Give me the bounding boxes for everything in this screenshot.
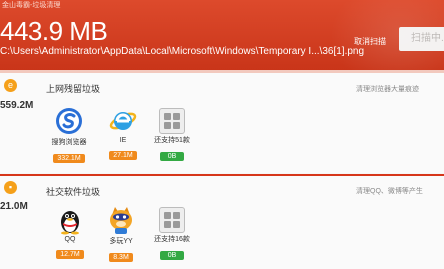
current-scan-path: C:\Users\Administrator\AppData\Local\Mic… — [0, 46, 365, 57]
item-size-badge: 332.1M — [53, 154, 85, 163]
section-description: 清理浏览器大量痕迹 — [356, 86, 419, 93]
junk-item-qq[interactable]: QQ 12.7M — [50, 205, 90, 261]
section-description: 清理QQ、微博等产生 — [356, 188, 423, 195]
item-size-badge: 0B — [160, 251, 184, 260]
cancel-scan-link[interactable]: 取消扫描 — [354, 36, 386, 47]
section-title: 社交软件垃圾 — [46, 187, 101, 197]
item-label: 还支持16款 — [154, 236, 190, 243]
item-label: IE — [119, 137, 127, 144]
item-label: 多玩YY — [109, 238, 133, 245]
junk-item-more-browsers[interactable]: 还支持51款 0B — [152, 106, 192, 163]
junk-item-yy[interactable]: 多玩YY 8.3M — [101, 205, 141, 264]
item-label: QQ — [64, 236, 76, 243]
junk-item-sogou[interactable]: 搜狗浏览器 332.1M — [49, 106, 89, 165]
section-social-junk: ▪ 21.0M 社交软件垃圾 清理QQ、微博等产生 QQ 12.7M 多玩YY … — [0, 174, 444, 269]
item-label: 还支持51款 — [154, 137, 190, 144]
web-category-icon: e — [4, 79, 17, 92]
junk-item-more-social[interactable]: 还支持16款 0B — [152, 205, 192, 262]
item-size-badge: 12.7M — [56, 250, 84, 259]
item-size-badge: 0B — [160, 152, 184, 161]
section-size: 21.0M — [0, 201, 28, 212]
section-web-junk: e 559.2M 上网残留垃圾 清理浏览器大量痕迹 搜狗浏览器 332.1M I… — [0, 73, 444, 173]
chat-category-icon: ▪ — [4, 181, 17, 194]
item-size-badge: 8.3M — [109, 253, 133, 262]
item-label: 搜狗浏览器 — [51, 139, 87, 146]
ie-icon — [108, 106, 138, 136]
yy-icon — [106, 205, 136, 235]
junk-item-ie[interactable]: IE 27.1M — [103, 106, 143, 162]
qq-icon — [55, 205, 85, 235]
total-junk-size: 443.9 MB — [0, 16, 108, 46]
section-title: 上网残留垃圾 — [46, 84, 101, 94]
grid-icon — [159, 108, 185, 134]
window-title: 金山毒霸-垃圾清理 — [2, 2, 61, 9]
scanning-button[interactable]: 扫描中... — [399, 27, 444, 51]
grid-icon — [159, 207, 185, 233]
sogou-browser-icon — [54, 106, 84, 136]
item-size-badge: 27.1M — [109, 151, 137, 160]
section-size: 559.2M — [0, 100, 34, 111]
scan-header: 金山毒霸-垃圾清理 443.9 MB C:\Users\Administrato… — [0, 0, 444, 70]
